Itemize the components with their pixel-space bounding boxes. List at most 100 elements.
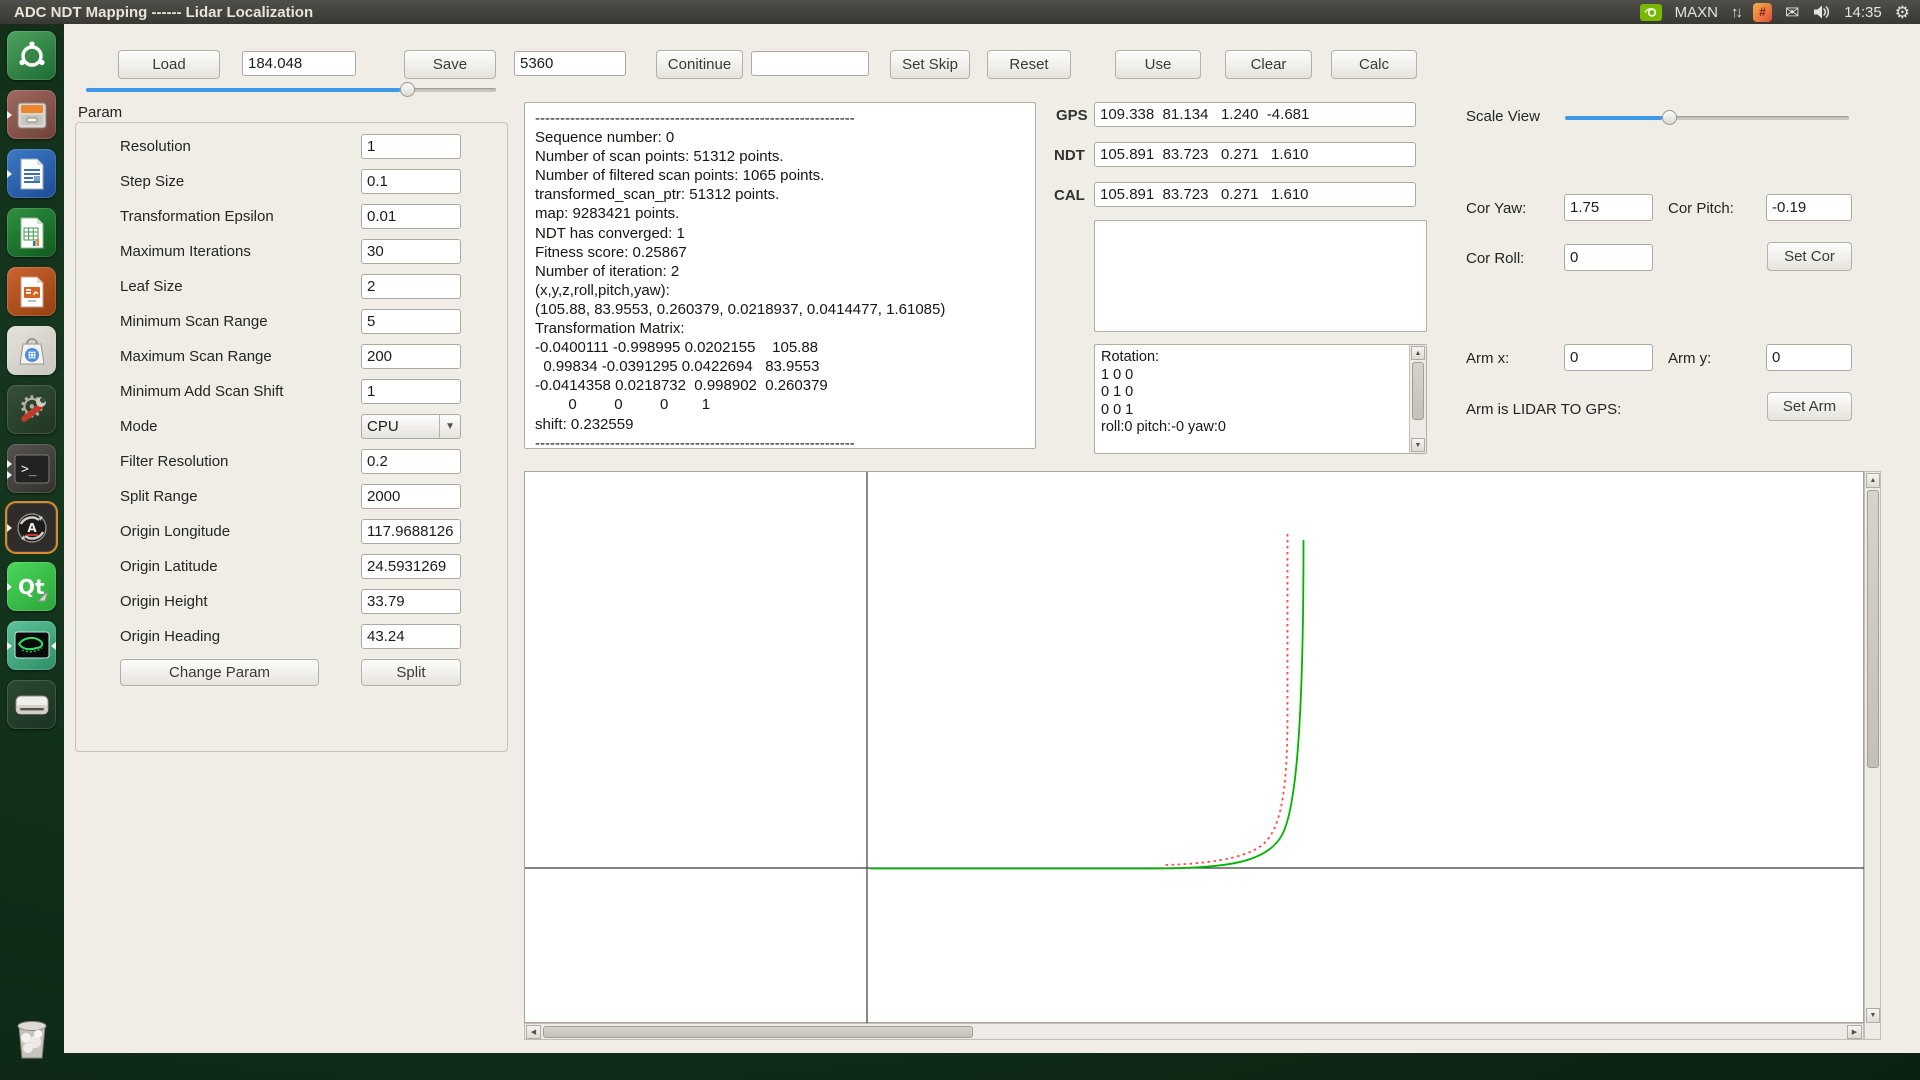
param-label-filter-resolution: Filter Resolution: [120, 453, 228, 470]
sync-letter: A: [27, 521, 37, 535]
trajectory-red-dotted: [1165, 534, 1288, 865]
skip-value-input[interactable]: [751, 51, 869, 76]
network-updown-icon[interactable]: ↑↓: [1731, 5, 1740, 20]
param-input-max-scan-range[interactable]: [361, 344, 461, 369]
scale-view-slider[interactable]: [1565, 110, 1849, 125]
slider-knob[interactable]: [1662, 110, 1677, 125]
use-button[interactable]: Use: [1115, 50, 1201, 79]
reset-button[interactable]: Reset: [987, 50, 1071, 79]
param-label-origin-height: Origin Height: [120, 593, 208, 610]
dock-item-impress[interactable]: [7, 267, 56, 316]
dock-item-calc[interactable]: [7, 208, 56, 257]
mail-icon[interactable]: ✉: [1785, 4, 1799, 21]
rotation-textarea: Rotation: 1 0 0 0 1 0 0 0 1 roll:0 pitch…: [1094, 344, 1427, 454]
scroll-right-icon[interactable]: ▶: [1847, 1025, 1862, 1039]
param-input-leaf-size[interactable]: [361, 274, 461, 299]
param-input-trans-epsilon[interactable]: [361, 204, 461, 229]
gps-value-input[interactable]: [1094, 102, 1416, 127]
dock-item-writer[interactable]: [7, 149, 56, 198]
scroll-up-icon[interactable]: ▲: [1866, 473, 1880, 488]
load-button[interactable]: Load: [118, 50, 220, 79]
param-input-origin-heading[interactable]: [361, 624, 461, 649]
ndt-value-input[interactable]: [1094, 142, 1416, 167]
scroll-down-icon[interactable]: ▼: [1411, 438, 1425, 452]
param-input-origin-height[interactable]: [361, 589, 461, 614]
param-input-split-range[interactable]: [361, 484, 461, 509]
running-pip: [7, 524, 12, 532]
sequence-slider[interactable]: [86, 82, 496, 97]
indicator-tray: MAXN ↑↓ # ✉ 14:35 ⚙: [1640, 2, 1910, 22]
dock-item-drive[interactable]: [7, 680, 56, 729]
scroll-down-icon[interactable]: ▼: [1866, 1008, 1880, 1023]
mode-dropdown[interactable]: CPU ▼: [361, 414, 461, 439]
cor-roll-input[interactable]: [1564, 244, 1653, 271]
trajectory-green: [870, 540, 1304, 869]
trash-icon[interactable]: [7, 1012, 56, 1061]
save-button[interactable]: Save: [404, 50, 496, 79]
gpu-mode-label[interactable]: MAXN: [1675, 5, 1718, 20]
continue-button[interactable]: Conitinue: [656, 50, 743, 79]
volume-icon[interactable]: [1812, 2, 1831, 22]
rotation-text: Rotation: 1 0 0 0 1 0 0 0 1 roll:0 pitch…: [1095, 345, 1426, 441]
cal-value-input[interactable]: [1094, 182, 1416, 207]
dock-item-files[interactable]: [7, 90, 56, 139]
param-input-origin-longitude[interactable]: [361, 519, 461, 544]
cor-yaw-input[interactable]: [1564, 194, 1653, 221]
arm-x-input[interactable]: [1564, 344, 1653, 371]
cor-pitch-input[interactable]: [1766, 194, 1852, 221]
plot-canvas[interactable]: [524, 471, 1864, 1023]
session-gear-icon[interactable]: ⚙: [1895, 4, 1910, 21]
param-input-origin-latitude[interactable]: [361, 554, 461, 579]
param-label-origin-latitude: Origin Latitude: [120, 558, 218, 575]
scroll-up-icon[interactable]: ▲: [1411, 346, 1425, 360]
dock-item-sync[interactable]: A: [7, 503, 56, 552]
nvidia-icon[interactable]: [1640, 4, 1662, 21]
trajectory-plot: ▲ ▼ ◀ ▶: [524, 471, 1881, 1040]
clock[interactable]: 14:35: [1844, 5, 1882, 20]
param-input-min-add-scan-shift[interactable]: [361, 379, 461, 404]
cor-pitch-label: Cor Pitch:: [1668, 200, 1734, 217]
scroll-left-icon[interactable]: ◀: [526, 1025, 541, 1039]
dock-item-software[interactable]: [7, 326, 56, 375]
terminal-prompt: >_: [21, 462, 37, 477]
save-value-input[interactable]: [514, 51, 626, 76]
dock-item-qtcreator[interactable]: Qt: [7, 562, 56, 611]
param-groupbox: Resolution Step Size Transformation Epsi…: [75, 122, 508, 752]
param-input-step-size[interactable]: [361, 169, 461, 194]
param-label-split-range: Split Range: [120, 488, 198, 505]
window-title: ADC NDT Mapping ------ Lidar Localizatio…: [14, 4, 313, 21]
scroll-thumb[interactable]: [1412, 362, 1424, 420]
set-arm-button[interactable]: Set Arm: [1767, 392, 1852, 421]
slider-knob[interactable]: [400, 82, 415, 97]
scroll-thumb[interactable]: [543, 1026, 973, 1038]
arm-note-label: Arm is LIDAR TO GPS:: [1466, 401, 1621, 418]
split-button[interactable]: Split: [361, 659, 461, 686]
set-cor-button[interactable]: Set Cor: [1767, 242, 1852, 271]
param-label-min-scan-range: Minimum Scan Range: [120, 313, 268, 330]
plot-vscrollbar[interactable]: ▲ ▼: [1864, 471, 1881, 1040]
clear-button[interactable]: Clear: [1225, 50, 1312, 79]
plot-hscrollbar[interactable]: ◀ ▶: [524, 1023, 1864, 1040]
rotation-scrollbar[interactable]: ▲ ▼: [1409, 345, 1426, 453]
load-value-input[interactable]: [242, 51, 356, 76]
qt-label: Qt: [18, 575, 45, 599]
arm-y-input[interactable]: [1766, 344, 1852, 371]
set-skip-button[interactable]: Set Skip: [890, 50, 970, 79]
dock-item-dash[interactable]: [7, 31, 56, 80]
param-label-origin-heading: Origin Heading: [120, 628, 220, 645]
dock-item-terminal[interactable]: >_: [7, 444, 56, 493]
change-param-button[interactable]: Change Param: [120, 659, 319, 686]
dock-item-settings[interactable]: ⚙: [7, 385, 56, 434]
param-input-max-iterations[interactable]: [361, 239, 461, 264]
ndt-label: NDT: [1054, 147, 1085, 164]
scroll-thumb[interactable]: [1867, 490, 1879, 768]
param-input-filter-resolution[interactable]: [361, 449, 461, 474]
param-input-min-scan-range[interactable]: [361, 309, 461, 334]
param-input-resolution[interactable]: [361, 134, 461, 159]
log-text: ----------------------------------------…: [525, 103, 1035, 459]
input-method-icon[interactable]: #: [1753, 3, 1772, 22]
dock-item-lidar-viewer[interactable]: [7, 621, 56, 670]
arm-x-label: Arm x:: [1466, 350, 1509, 367]
top-panel: ADC NDT Mapping ------ Lidar Localizatio…: [0, 0, 1920, 25]
calc-button[interactable]: Calc: [1331, 50, 1417, 79]
